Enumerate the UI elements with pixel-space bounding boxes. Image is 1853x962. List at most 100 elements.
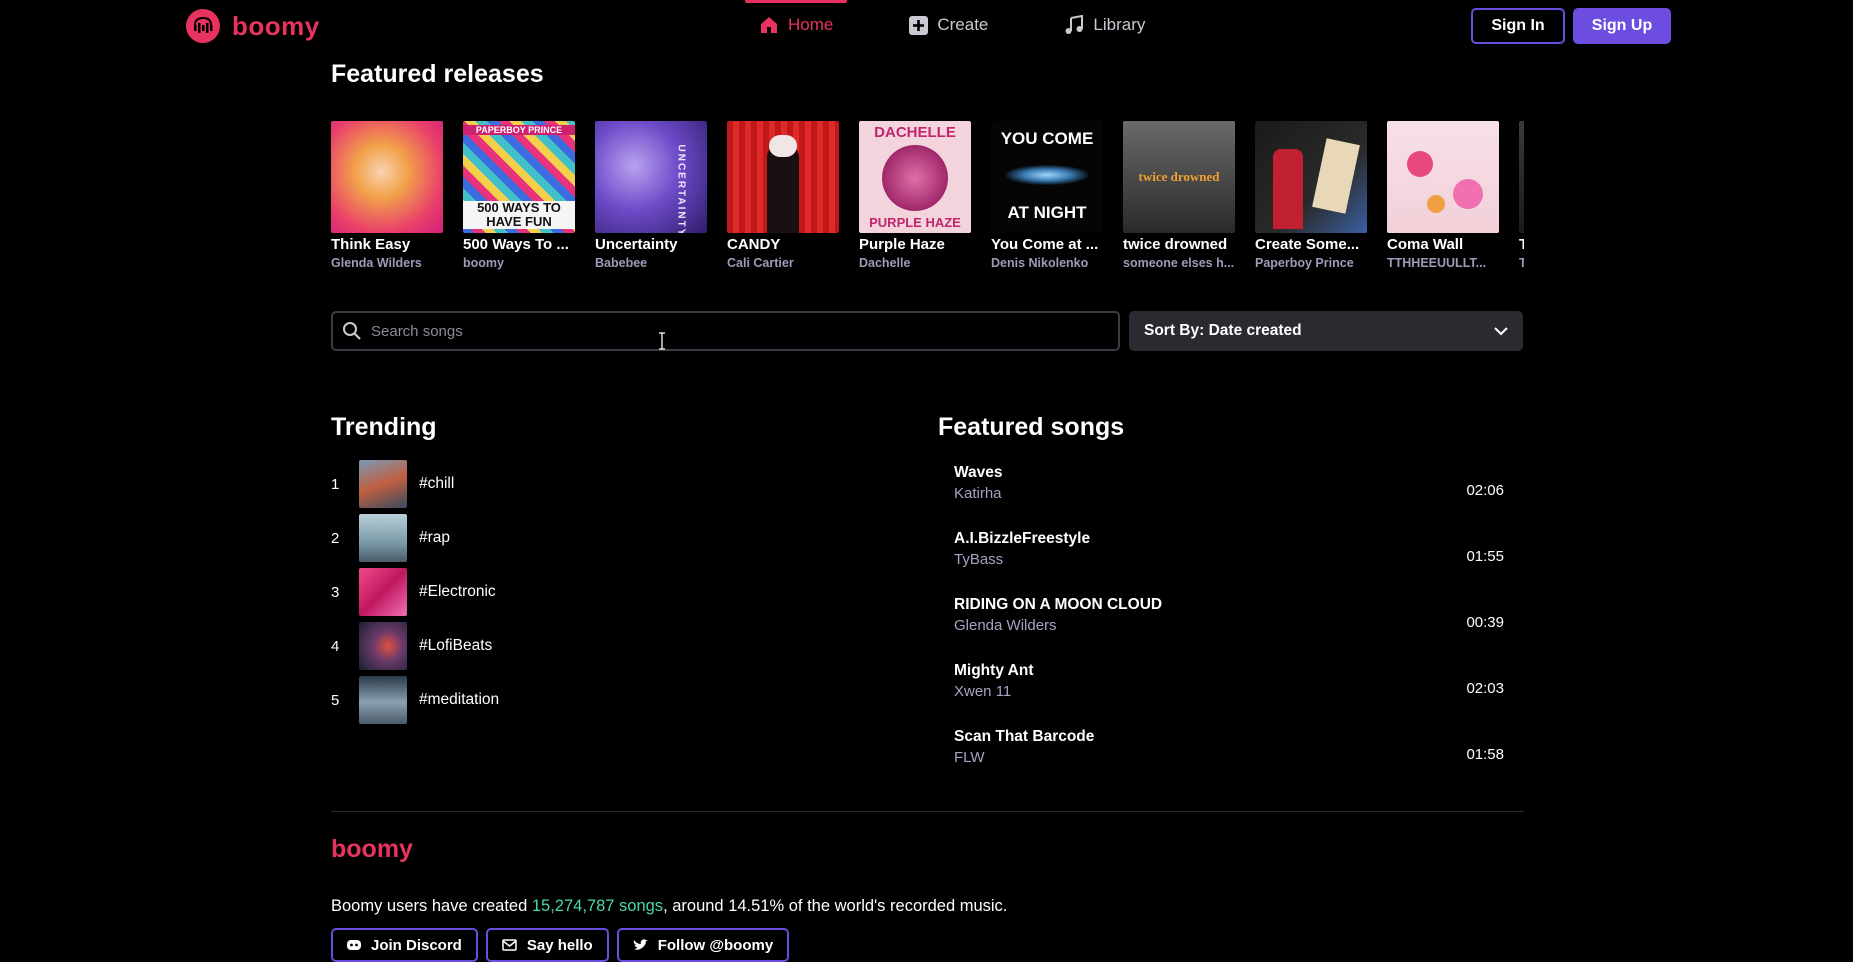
release-artist[interactable]: T: [1519, 256, 1524, 270]
trending-rank: 5: [331, 691, 340, 709]
release-artist[interactable]: Denis Nikolenko: [991, 256, 1103, 270]
release-card[interactable]: DACHELLE PURPLE HAZE Purple Haze Dachell…: [859, 121, 971, 276]
trending-item[interactable]: 5 #meditation: [331, 673, 499, 727]
release-card[interactable]: twice drowned twice drowned someone else…: [1123, 121, 1235, 276]
trending-tag: #LofiBeats: [419, 637, 493, 654]
trending-item[interactable]: 2 #rap: [331, 511, 499, 565]
song-duration: 02:06: [1466, 482, 1504, 499]
release-title: T: [1519, 236, 1524, 253]
sort-label: Sort By: Date created: [1144, 322, 1302, 339]
release-cover: twice drowned: [1123, 121, 1235, 233]
song-name: RIDING ON A MOON CLOUD: [954, 596, 1163, 613]
sort-dropdown[interactable]: Sort By: Date created: [1129, 311, 1523, 351]
footer-stat: Boomy users have created 15,274,787 song…: [331, 897, 1007, 916]
search-input[interactable]: [371, 322, 1071, 340]
song-row[interactable]: Mighty Ant Xwen 11 02:03: [938, 654, 1524, 720]
release-artist[interactable]: Dachelle: [859, 256, 971, 270]
release-card[interactable]: Create Some... Paperboy Prince: [1255, 121, 1367, 276]
boomy-logo-icon: [186, 9, 220, 43]
join-discord-button[interactable]: Join Discord: [331, 928, 478, 962]
trending-item[interactable]: 4 #LofiBeats: [331, 619, 499, 673]
nav-create-label: Create: [937, 15, 989, 34]
release-title: CANDY: [727, 236, 781, 253]
release-artist[interactable]: Paperboy Prince: [1255, 256, 1367, 270]
stat-highlight: 15,274,787 songs: [531, 897, 664, 915]
featured-songs-title: Featured songs: [938, 413, 1125, 441]
song-artist[interactable]: Glenda Wilders: [954, 617, 1162, 634]
release-artist[interactable]: Babebee: [595, 256, 707, 270]
nav-home-label: Home: [788, 15, 834, 34]
release-card[interactable]: T T: [1519, 121, 1524, 276]
release-card[interactable]: PAPERBOY PRINCE 500 WAYS TO HAVE FUN 500…: [463, 121, 575, 276]
release-cover: [1519, 121, 1524, 233]
cover-text: twice drowned: [1138, 169, 1220, 184]
release-title: Think Easy: [331, 236, 411, 253]
trending-tag: #meditation: [419, 691, 500, 708]
trending-item[interactable]: 1 #chill: [331, 457, 499, 511]
follow-twitter-label: Follow @boomy: [657, 936, 774, 954]
brand-link[interactable]: boomy: [186, 9, 320, 43]
nav-home[interactable]: Home: [745, 0, 848, 50]
sign-in-button[interactable]: Sign In: [1471, 8, 1565, 44]
song-artist[interactable]: Katirha: [954, 485, 1003, 502]
footer-buttons: Join Discord Say hello Follow @boomy: [331, 928, 790, 962]
release-cover: UNCERTAINTY: [595, 121, 707, 233]
nav-library-label: Library: [1093, 15, 1146, 34]
release-artist[interactable]: Cali Cartier: [727, 256, 839, 270]
release-title: twice drowned: [1123, 236, 1228, 253]
release-card[interactable]: CANDY Cali Cartier: [727, 121, 839, 276]
chevron-down-icon: [1494, 326, 1508, 335]
release-artist[interactable]: someone elses h...: [1123, 256, 1235, 270]
trending-rank: 4: [331, 637, 340, 655]
song-artist[interactable]: FLW: [954, 749, 1094, 766]
song-row[interactable]: RIDING ON A MOON CLOUD Glenda Wilders 00…: [938, 588, 1524, 654]
nav-create[interactable]: Create: [895, 0, 1002, 50]
brand-name: boomy: [232, 10, 320, 41]
song-artist[interactable]: Xwen 11: [954, 683, 1034, 700]
release-title: You Come at ...: [991, 236, 1099, 253]
release-card[interactable]: YOU COME AT NIGHT You Come at ... Denis …: [991, 121, 1103, 276]
song-artist[interactable]: TyBass: [954, 551, 1090, 568]
sign-up-button[interactable]: Sign Up: [1573, 8, 1671, 44]
trending-rank: 2: [331, 529, 340, 547]
trending-tag: #chill: [419, 475, 455, 492]
song-row[interactable]: A.I.BizzleFreestyle TyBass 01:55: [938, 522, 1524, 588]
trending-item[interactable]: 3 #Electronic: [331, 565, 499, 619]
cover-text: YOU COME: [1000, 129, 1094, 148]
featured-releases-carousel: Think Easy Glenda Wilders PAPERBOY PRINC…: [331, 121, 1524, 276]
trending-thumbnail: [359, 622, 407, 670]
text-cursor-icon: [659, 332, 665, 350]
say-hello-button[interactable]: Say hello: [485, 928, 609, 962]
cover-text: 500 WAYS TO HAVE FUN: [463, 201, 575, 229]
discord-icon: [347, 940, 361, 950]
release-artist[interactable]: boomy: [463, 256, 575, 270]
release-title: 500 Ways To ...: [463, 236, 569, 253]
search-box: [331, 311, 1120, 351]
footer-brand[interactable]: boomy: [331, 835, 413, 864]
follow-twitter-button[interactable]: Follow @boomy: [616, 928, 790, 962]
music-note-icon: [1065, 15, 1084, 34]
release-card[interactable]: UNCERTAINTY Uncertainty Babebee: [595, 121, 707, 276]
song-duration: 00:39: [1466, 614, 1504, 631]
trending-thumbnail: [359, 460, 407, 508]
top-bar: boomy Home Create Library Sign In Sign U…: [0, 0, 1853, 50]
release-artist[interactable]: Glenda Wilders: [331, 256, 443, 270]
stat-suffix: , around 14.51% of the world's recorded …: [663, 897, 1008, 915]
trending-list: 1 #chill 2 #rap 3 #Electronic 4 #LofiBea…: [331, 457, 499, 727]
song-row[interactable]: Scan That Barcode FLW 01:58: [938, 720, 1524, 786]
song-name: Scan That Barcode: [954, 728, 1095, 745]
song-row[interactable]: Waves Katirha 02:06: [938, 456, 1524, 522]
trending-thumbnail: [359, 568, 407, 616]
release-title: Purple Haze: [859, 236, 945, 253]
nav-library[interactable]: Library: [1050, 0, 1159, 50]
join-discord-label: Join Discord: [371, 936, 462, 954]
release-card[interactable]: Coma Wall TTHHEEUULLT...: [1387, 121, 1499, 276]
release-cover: YOU COME AT NIGHT: [991, 121, 1103, 233]
trending-rank: 1: [331, 475, 340, 493]
cover-text: PAPERBOY PRINCE: [463, 125, 575, 135]
release-artist[interactable]: TTHHEEUULLT...: [1387, 256, 1499, 270]
release-title: Coma Wall: [1387, 236, 1464, 253]
trending-tag: #Electronic: [419, 583, 496, 600]
stat-prefix: Boomy users have created: [331, 897, 532, 915]
release-card[interactable]: Think Easy Glenda Wilders: [331, 121, 443, 276]
